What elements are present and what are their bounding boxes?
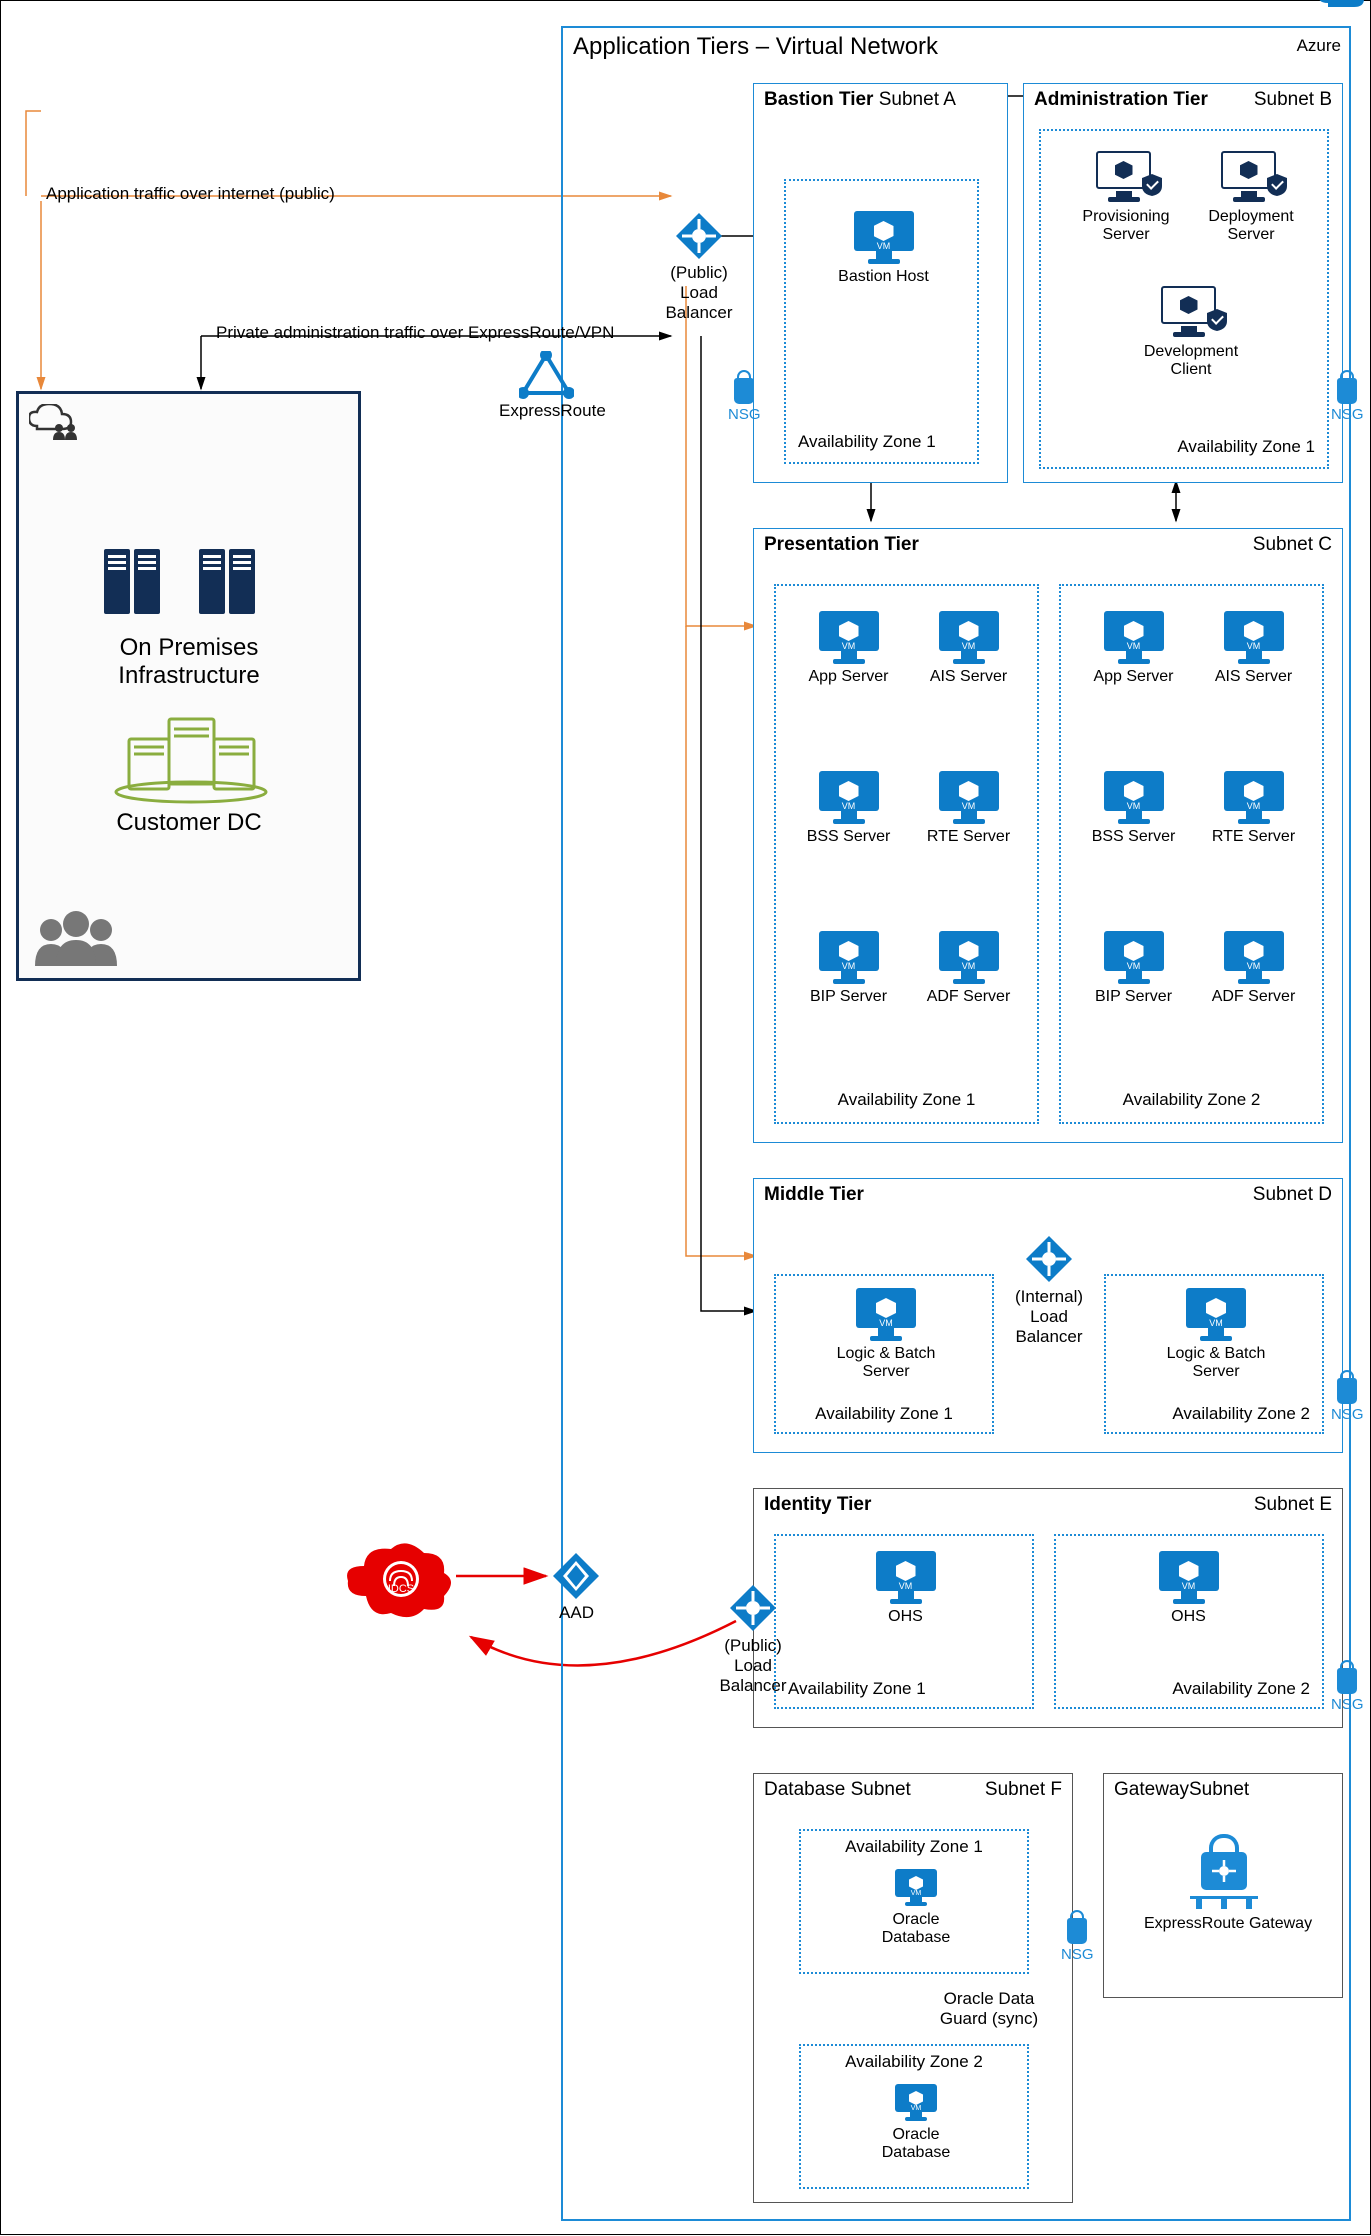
private-traffic-label: Private administration traffic over Expr… [216, 323, 614, 343]
adf-server-1: VMADF Server [921, 931, 1016, 1006]
app-server-1: VMApp Server [801, 611, 896, 686]
oracle-db-1: VM Oracle Database [856, 1869, 976, 1947]
cloud-users-icon [29, 404, 84, 444]
database-subnet: Database Subnet Subnet F Availability Zo… [753, 1773, 1073, 2203]
db-az2: Availability Zone 2 VM Oracle Database [799, 2044, 1029, 2189]
load-balancer-internal-icon [1024, 1234, 1074, 1284]
customer-dc-label: Customer DC [94, 809, 284, 837]
presentation-az1: VMApp Server VMAIS Server VMBSS Server V… [774, 584, 1039, 1124]
identity-tier: Identity Tier Subnet E VMOHS Availabilit… [753, 1488, 1343, 1728]
bastion-host-vm: VM Bastion Host [836, 211, 931, 286]
middle-title: Middle Tier [764, 1184, 864, 1206]
logic-batch-1: VMLogic & Batch Server [811, 1288, 961, 1381]
identity-az1: VMOHS Availability Zone 1 [774, 1534, 1034, 1709]
logic-batch-2: VMLogic & Batch Server [1141, 1288, 1291, 1381]
azure-label: Azure [1297, 36, 1341, 56]
bss-server-2: VMBSS Server [1086, 771, 1181, 846]
public-lb-label: (Public) Load Balancer [649, 263, 749, 323]
nsg-bastion: NSG [728, 378, 761, 423]
nsg-db: NSG [1061, 1918, 1094, 1963]
middle-az1: VMLogic & Batch Server Availability Zone… [774, 1274, 994, 1434]
admin-title: Administration Tier [1034, 89, 1208, 111]
app-server-2: VMApp Server [1086, 611, 1181, 686]
provisioning-server: Provisioning Server [1071, 151, 1181, 244]
presentation-title: Presentation Tier [764, 534, 919, 556]
development-client: Development Client [1136, 286, 1246, 379]
adf-server-2: VMADF Server [1206, 931, 1301, 1006]
bip-server-1: VMBIP Server [801, 931, 896, 1006]
bastion-title: Bastion Tier Subnet A [764, 89, 956, 111]
bss-server-1: VMBSS Server [801, 771, 896, 846]
bastion-az1: VM Bastion Host Availability Zone 1 [784, 179, 979, 464]
expressroute-label: ExpressRoute [499, 401, 599, 421]
ohs-1: VMOHS [858, 1551, 953, 1626]
public-traffic-label: Application traffic over internet (publi… [46, 184, 335, 204]
deployment-server: Deployment Server [1196, 151, 1306, 244]
bip-server-2: VMBIP Server [1086, 931, 1181, 1006]
azure-cloud-icon [1316, 0, 1366, 11]
on-prem-container: On Premises Infrastructure Customer DC [16, 391, 361, 981]
expressroute-gateway: ExpressRoute Gateway [1159, 1834, 1289, 1933]
aad-icon [551, 1551, 601, 1601]
identity-title: Identity Tier [764, 1494, 871, 1516]
users-icon [29, 910, 129, 968]
db-title: Database Subnet [764, 1779, 911, 1801]
customer-dc-icon [114, 714, 269, 809]
nsg-identity: NSG [1331, 1668, 1364, 1713]
db-az1: Availability Zone 1 VM Oracle Database [799, 1829, 1029, 1974]
presentation-az2: VMApp Server VMAIS Server VMBSS Server V… [1059, 584, 1324, 1124]
expressroute-icon [519, 351, 574, 399]
vnet-container: Application Tiers – Virtual Network Azur… [561, 26, 1351, 2221]
diagram-canvas: Application Tiers – Virtual Network Azur… [0, 0, 1371, 2235]
vnet-title: Application Tiers – Virtual Network [573, 33, 938, 61]
rte-server-1: VMRTE Server [921, 771, 1016, 846]
load-balancer-public-icon [674, 211, 724, 261]
aad-label: AAD [549, 1603, 604, 1623]
dataguard-label: Oracle Data Guard (sync) [929, 1989, 1049, 2029]
idcs-cloud: IDCS [346, 1541, 456, 1611]
load-balancer-identity-icon [728, 1583, 778, 1633]
middle-tier: Middle Tier Subnet D VMLogic & Batch Ser… [753, 1178, 1343, 1453]
ohs-2: VMOHS [1141, 1551, 1236, 1626]
onprem-infra-label: On Premises Infrastructure [94, 634, 284, 690]
identity-az2: VMOHS Availability Zone 2 [1054, 1534, 1324, 1709]
nsg-middle: NSG [1331, 1378, 1364, 1423]
bastion-tier: Bastion Tier Subnet A VM Bastion Host Av… [753, 83, 1008, 483]
admin-az1: Provisioning Server Deployment Server De… [1039, 129, 1329, 469]
oracle-db-2: VM Oracle Database [856, 2084, 976, 2162]
presentation-tier: Presentation Tier Subnet C VMApp Server … [753, 528, 1343, 1143]
middle-az2: VMLogic & Batch Server Availability Zone… [1104, 1274, 1324, 1434]
public-lb-identity-label: (Public) Load Balancer [703, 1636, 803, 1696]
gateway-subnet: GatewaySubnet ExpressRoute Gateway [1103, 1773, 1343, 1998]
internal-lb-label: (Internal) Load Balancer [999, 1287, 1099, 1347]
rte-server-2: VMRTE Server [1206, 771, 1301, 846]
ais-server-2: VMAIS Server [1206, 611, 1301, 686]
ais-server-1: VMAIS Server [921, 611, 1016, 686]
nsg-admin: NSG [1331, 378, 1364, 423]
admin-tier: Administration Tier Subnet B Provisionin… [1023, 83, 1343, 483]
gateway-title: GatewaySubnet [1114, 1779, 1249, 1801]
onprem-servers-icon [94, 539, 284, 634]
